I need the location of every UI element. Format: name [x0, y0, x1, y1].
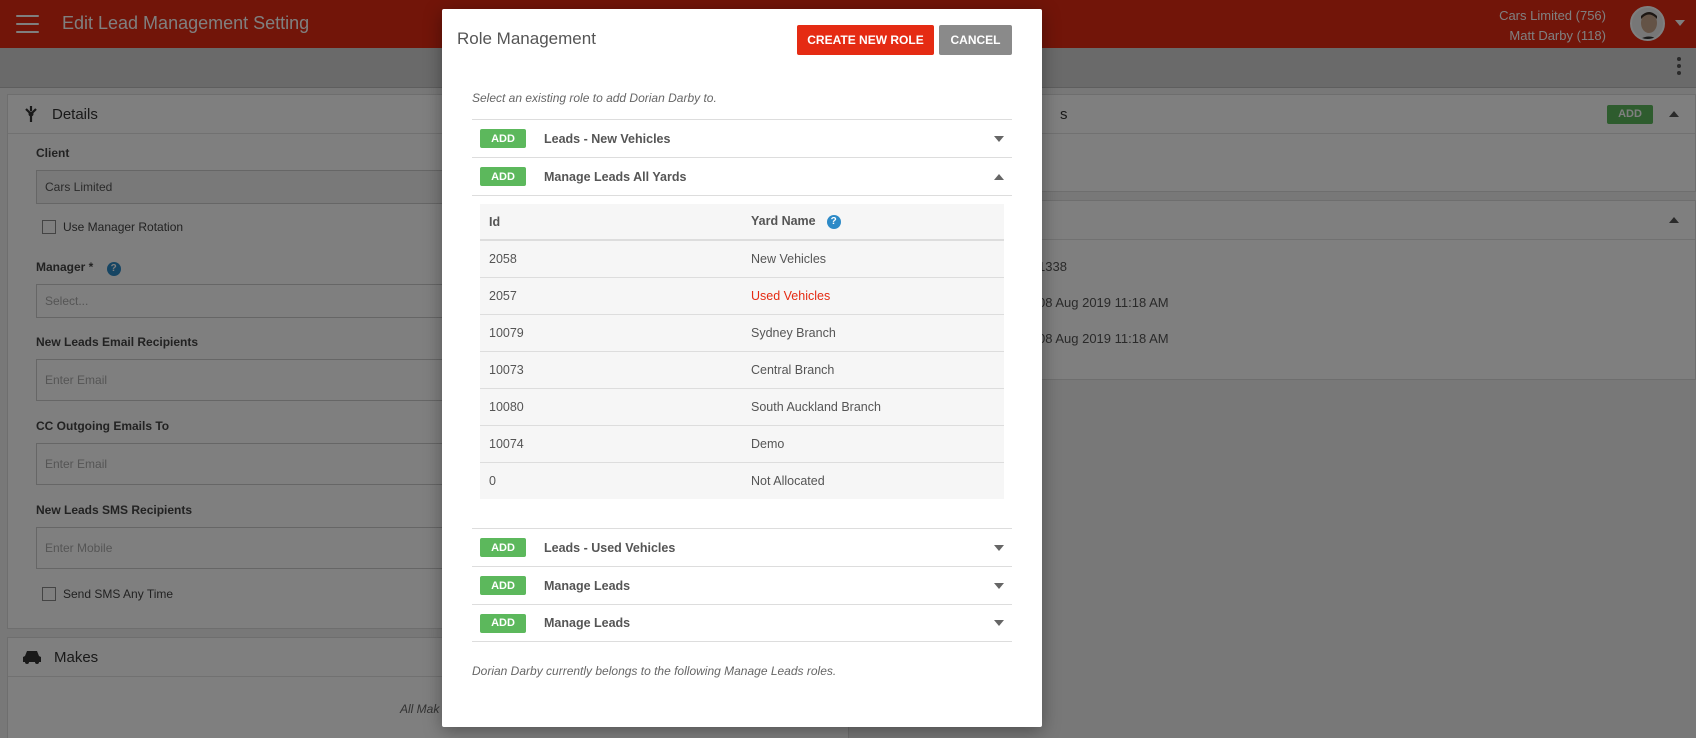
modal-title: Role Management: [457, 29, 596, 48]
add-role-button[interactable]: ADD: [480, 576, 526, 595]
yard-id: 10080: [480, 388, 742, 426]
role-name: Manage Leads All Yards: [544, 169, 687, 184]
table-row[interactable]: 10074 Demo: [480, 425, 1004, 463]
role-management-modal: Role Management CREATE NEW ROLE CANCEL S…: [442, 9, 1042, 727]
column-header-id: Id: [480, 204, 742, 241]
role-name: Leads - New Vehicles: [544, 131, 671, 146]
yard-name: Central Branch: [742, 351, 1004, 389]
help-icon[interactable]: ?: [826, 214, 841, 229]
role-name: Leads - Used Vehicles: [544, 540, 676, 555]
table-row[interactable]: 10073 Central Branch: [480, 351, 1004, 389]
yard-id: 2057: [480, 277, 742, 315]
role-row[interactable]: ADD Manage Leads: [472, 604, 1012, 642]
yard-name: Demo: [742, 425, 1004, 463]
role-row[interactable]: ADD Leads - New Vehicles: [472, 119, 1012, 157]
table-row[interactable]: 2058 New Vehicles: [480, 240, 1004, 278]
add-role-button[interactable]: ADD: [480, 129, 526, 148]
add-role-button[interactable]: ADD: [480, 167, 526, 186]
yard-id: 10073: [480, 351, 742, 389]
role-row[interactable]: ADD Manage Leads All Yards: [472, 157, 1012, 195]
expand-icon[interactable]: [994, 544, 1004, 551]
yard-name: Sydney Branch: [742, 314, 1004, 352]
yard-name: South Auckland Branch: [742, 388, 1004, 426]
collapse-icon[interactable]: [994, 173, 1004, 180]
yard-id: 2058: [480, 240, 742, 278]
role-name: Manage Leads: [544, 578, 631, 593]
role-name: Manage Leads: [544, 616, 631, 630]
yard-id: 10074: [480, 425, 742, 463]
yard-id: 0: [489, 473, 496, 488]
add-role-button[interactable]: ADD: [480, 538, 526, 557]
divider: [472, 195, 1012, 196]
table-row[interactable]: 10079 Sydney Branch: [480, 314, 1004, 352]
column-header-yard: Yard Name?: [742, 204, 1004, 241]
column-header-yard-label: Yard Name: [751, 214, 816, 229]
expand-icon[interactable]: [994, 135, 1004, 142]
role-row[interactable]: ADD Leads - Used Vehicles: [472, 528, 1012, 566]
cancel-button[interactable]: CANCEL: [939, 25, 1012, 55]
create-new-role-button[interactable]: CREATE NEW ROLE: [797, 25, 934, 55]
membership-note: Dorian Darby currently belongs to the fo…: [472, 664, 837, 678]
yard-name: Not Allocated: [751, 473, 825, 488]
role-row[interactable]: ADD Manage Leads: [472, 566, 1012, 604]
table-row[interactable]: 10080 South Auckland Branch: [480, 388, 1004, 426]
table-header-row: Id Yard Name?: [480, 204, 1004, 241]
expand-icon[interactable]: [994, 582, 1004, 589]
table-row[interactable]: 0 Not Allocated: [480, 462, 1004, 499]
yard-name: Used Vehicles: [742, 277, 1004, 315]
modal-intro: Select an existing role to add Dorian Da…: [472, 91, 717, 105]
yard-table: Id Yard Name? 2058 New Vehicles 2057 Used …: [480, 204, 1004, 499]
yard-name: New Vehicles: [742, 240, 1004, 278]
add-role-button[interactable]: ADD: [480, 613, 526, 633]
yard-id: 10079: [480, 314, 742, 352]
table-row[interactable]: 2057 Used Vehicles: [480, 277, 1004, 315]
expand-icon[interactable]: [994, 620, 1004, 626]
